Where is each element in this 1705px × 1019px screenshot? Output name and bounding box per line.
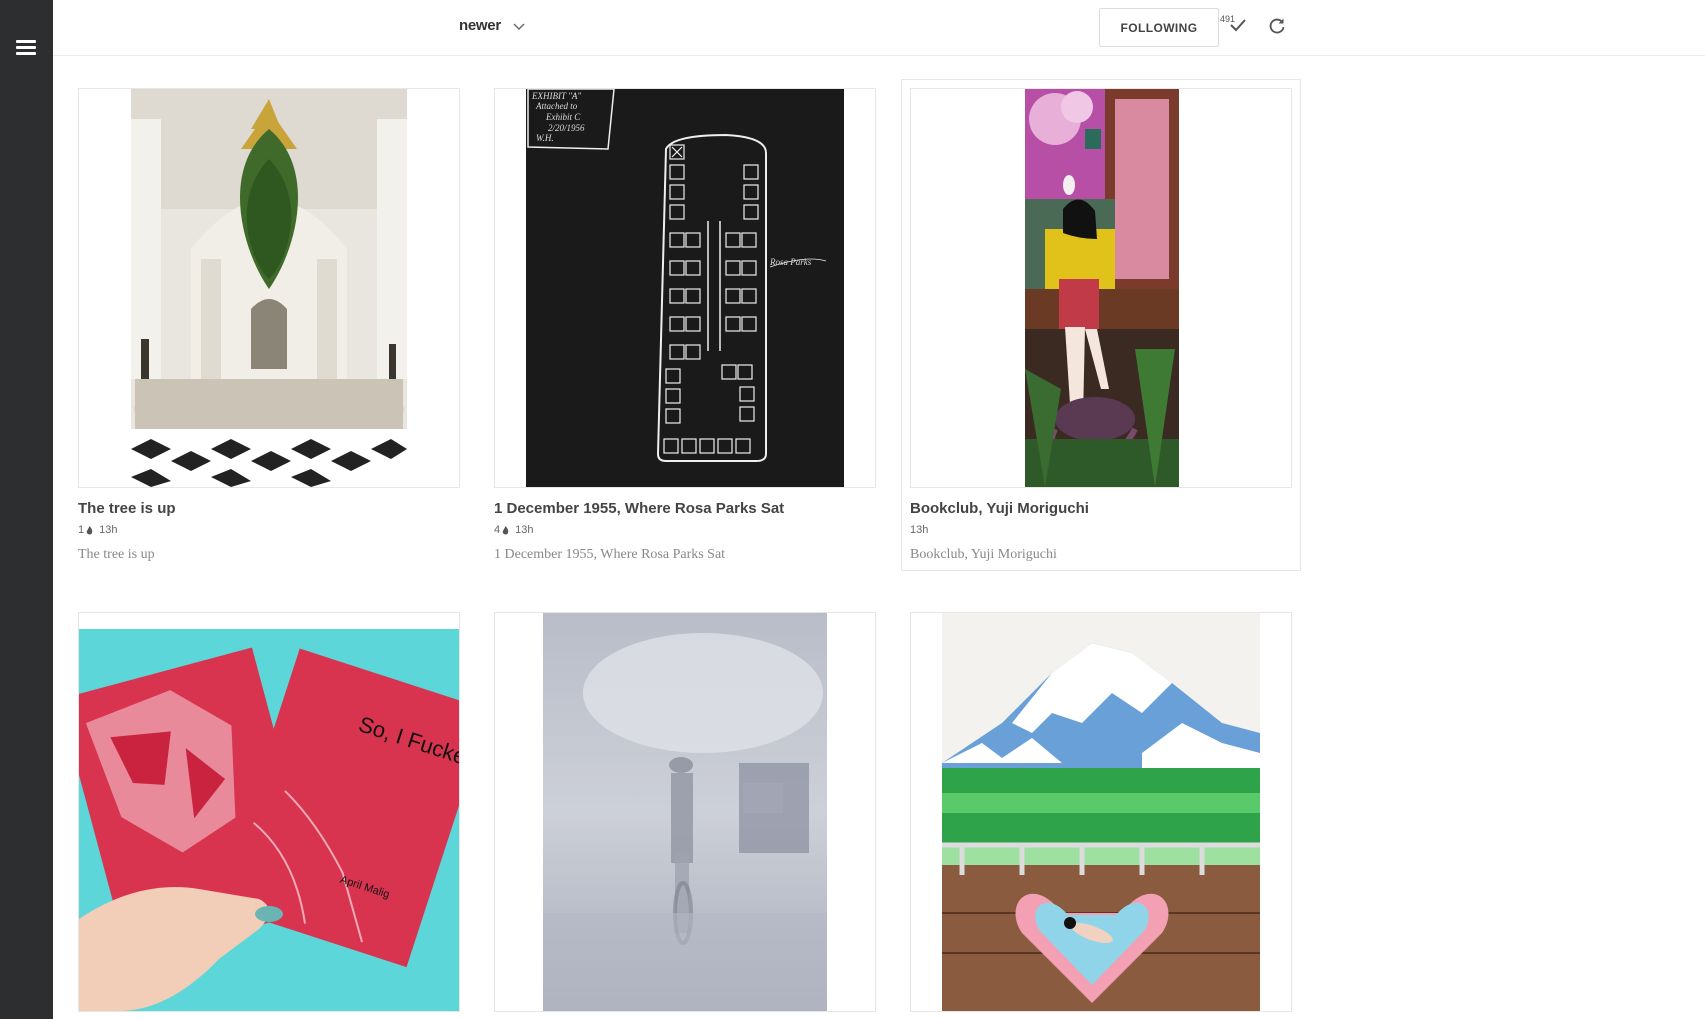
menu-icon[interactable] [16, 40, 36, 56]
post-meta: 13h [910, 524, 928, 536]
post-title[interactable]: 1 December 1955, Where Rosa Parks Sat [494, 500, 784, 517]
reaction-count: 1 [78, 524, 85, 536]
post-image[interactable] [910, 612, 1292, 1012]
svg-text:Rosa Parks: Rosa Parks [769, 257, 812, 267]
flame-icon [86, 525, 93, 534]
post-time: 13h [99, 524, 118, 536]
post-description: Bookclub, Yuji Moriguchi [910, 547, 1057, 562]
sidebar [0, 0, 53, 1019]
sort-dropdown[interactable]: newer [459, 17, 525, 34]
post-time: 13h [910, 524, 929, 536]
post-image[interactable] [494, 612, 876, 1012]
following-button[interactable]: FOLLOWING [1099, 8, 1219, 47]
post-title[interactable]: Bookclub, Yuji Moriguchi [910, 500, 1089, 517]
svg-text:2/20/1956: 2/20/1956 [548, 123, 585, 133]
top-bar: newer FOLLOWING 491 [53, 0, 1705, 56]
zine-covers-image: So, I Fucked Up April Malig [79, 629, 459, 1011]
post-meta: 1 13h [78, 524, 117, 536]
post-image[interactable]: So, I Fucked Up April Malig [78, 612, 460, 1012]
bookclub-illustration-image [1025, 89, 1179, 487]
svg-text:EXHIBIT "A": EXHIBIT "A" [531, 91, 581, 101]
sort-label: newer [459, 17, 501, 34]
mountain-heart-painting [942, 613, 1260, 1011]
post-image[interactable]: EXHIBIT "A" Attached to Exhibit C 2/20/195… [494, 88, 876, 488]
chevron-down-icon [513, 23, 525, 30]
svg-text:Attached to: Attached to [535, 101, 578, 111]
bus-diagram-image: EXHIBIT "A"Attached to Exhibit C2/20/195… [526, 89, 844, 487]
reaction-count: 4 [494, 524, 501, 536]
post-title[interactable]: The tree is up [78, 500, 176, 517]
svg-text:Exhibit C: Exhibit C [545, 112, 581, 122]
post-description: 1 December 1955, Where Rosa Parks Sat [494, 547, 726, 562]
rotunda-tree-image [131, 89, 407, 487]
misty-cyclist-painting [543, 613, 827, 1011]
post-time: 13h [515, 524, 534, 536]
refresh-icon[interactable] [1268, 17, 1286, 35]
checkmark-icon[interactable] [1229, 17, 1247, 33]
post-meta: 4 13h [494, 524, 533, 536]
post-image[interactable] [910, 88, 1292, 488]
svg-text:W.H.: W.H. [536, 133, 554, 143]
flame-icon [502, 525, 509, 534]
post-description: The tree is up [78, 547, 155, 562]
post-image[interactable] [78, 88, 460, 488]
